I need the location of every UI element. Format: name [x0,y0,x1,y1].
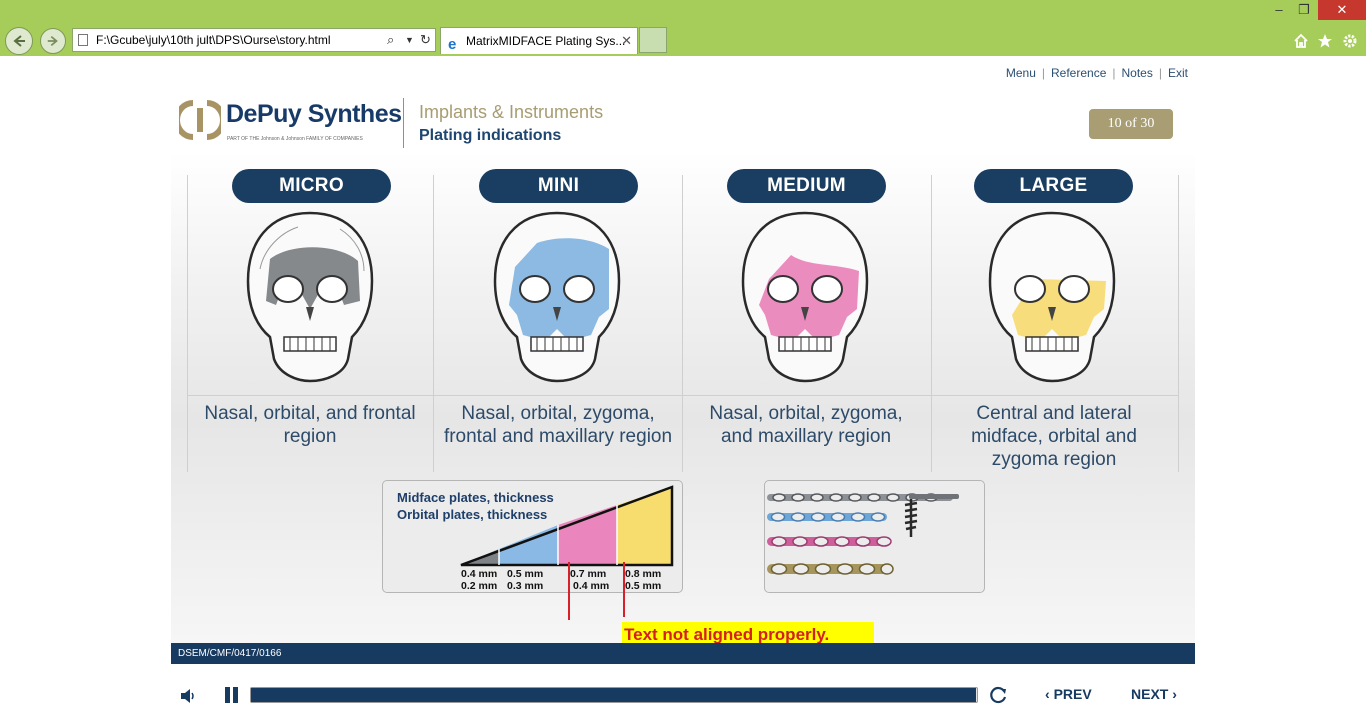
category-pill-micro: MICRO [232,169,391,203]
slide-counter: 10 of 30 [1089,109,1173,139]
description-mini: Nasal, orbital, zygoma, frontal and maxi… [443,403,673,447]
tick-label-2: 0.5 mm 0.3 mm [507,568,544,592]
restore-button[interactable]: ❐ [1290,0,1318,20]
refresh-icon[interactable]: ↻ [420,29,431,51]
progress-bar[interactable] [250,687,978,703]
pause-button[interactable] [223,687,239,705]
exit-link[interactable]: Exit [1168,66,1188,80]
column-divider [931,175,932,472]
section-title: Implants & Instruments [419,102,604,122]
description-micro: Nasal, orbital, and frontal region [204,403,416,447]
column-divider [187,175,188,472]
progress-fill [251,688,976,702]
chevron-right-icon: › [1168,686,1177,702]
favorites-star-icon[interactable] [1316,32,1334,50]
slide-subtitle: Plating indications [419,127,562,144]
skull-large-illustration [988,211,1116,383]
address-text: F:\Gcube\july\10th jult\DPS\Ourse\story.… [96,33,331,47]
description-large: Central and lateral midface, orbital and… [971,403,1137,470]
skull-medium-illustration [741,211,869,383]
back-arrow-icon [13,35,25,47]
chevron-left-icon: ‹ [1045,686,1054,702]
logo-divider [403,98,404,148]
brand-tagline: PART OF THE Johnson & Johnson FAMILY OF … [227,136,363,142]
tick-label-4: 0.8 mm 0.5 mm [625,568,662,592]
tab-title: MatrixMIDFACE Plating Sys... [466,34,626,48]
next-button[interactable]: NEXT › [1131,686,1177,702]
skull-mini-illustration [493,211,621,383]
browser-tab[interactable]: e MatrixMIDFACE Plating Sys... ✕ [440,27,638,54]
tab-close-icon[interactable]: ✕ [621,28,632,54]
page-file-icon [78,34,88,46]
address-bar[interactable]: F:\Gcube\july\10th jult\DPS\Ourse\story.… [72,28,436,52]
column-divider [682,175,683,472]
plate-mini [767,512,887,522]
back-button[interactable] [5,27,33,55]
replay-icon[interactable] [989,685,1009,705]
plate-large [767,563,894,575]
thickness-diagram: Midface plates, thickness Orbital plates… [382,480,683,593]
bone-plates-image [767,493,959,575]
new-tab-button[interactable] [639,27,667,53]
tick-label-3: 0.7 mm 0.4 mm [570,568,610,592]
menu-link[interactable]: Menu [1006,66,1036,80]
category-pill-medium: MEDIUM [727,169,886,203]
plate-medium [767,536,892,547]
column-divider [433,175,434,472]
document-code: DSEM/CMF/0417/0166 [178,648,282,659]
category-pill-large: LARGE [974,169,1133,203]
notes-link[interactable]: Notes [1122,66,1153,80]
tick-label-1: 0.4 mm 0.2 mm [461,568,498,592]
forward-arrow-icon [47,35,58,47]
category-pill-mini: MINI [479,169,638,203]
reference-link[interactable]: Reference [1051,66,1106,80]
column-divider [1178,175,1179,472]
browser-chrome: F:\Gcube\july\10th jult\DPS\Ourse\story.… [0,0,1366,56]
settings-gear-icon[interactable] [1341,32,1359,50]
slide-stage: DePuy Synthes PART OF THE Johnson & John… [171,84,1195,647]
annotation-marker-line [623,562,625,617]
prev-button[interactable]: ‹ PREV [1045,686,1092,702]
description-medium: Nasal, orbital, zygoma, and maxillary re… [709,403,903,447]
row-divider [187,395,1179,396]
annotation-marker-line [568,562,570,620]
top-links: Menu | Reference | Notes | Exit [1005,66,1188,80]
search-icon[interactable]: ⌕ [387,29,394,51]
forward-button[interactable] [40,28,66,54]
volume-icon[interactable] [179,686,199,706]
ie-icon: e [448,36,457,53]
plates-illustration [764,480,985,593]
minimize-button[interactable]: – [1265,0,1293,20]
footer-bar: DSEM/CMF/0417/0166 [171,643,1195,664]
dropdown-icon[interactable]: ▼ [405,29,414,51]
course-page: Menu | Reference | Notes | Exit DePuy Synthes … [0,56,1366,728]
skull-micro-illustration [246,211,374,383]
player-controls: ‹ PREV NEXT › [171,681,1195,711]
close-window-button[interactable]: ✕ [1318,0,1366,20]
logo-mark-icon [179,100,221,140]
home-icon[interactable] [1292,32,1310,50]
depuy-synthes-logo: DePuy Synthes PART OF THE Johnson & John… [179,98,404,148]
brand-name: DePuy Synthes [226,100,402,128]
